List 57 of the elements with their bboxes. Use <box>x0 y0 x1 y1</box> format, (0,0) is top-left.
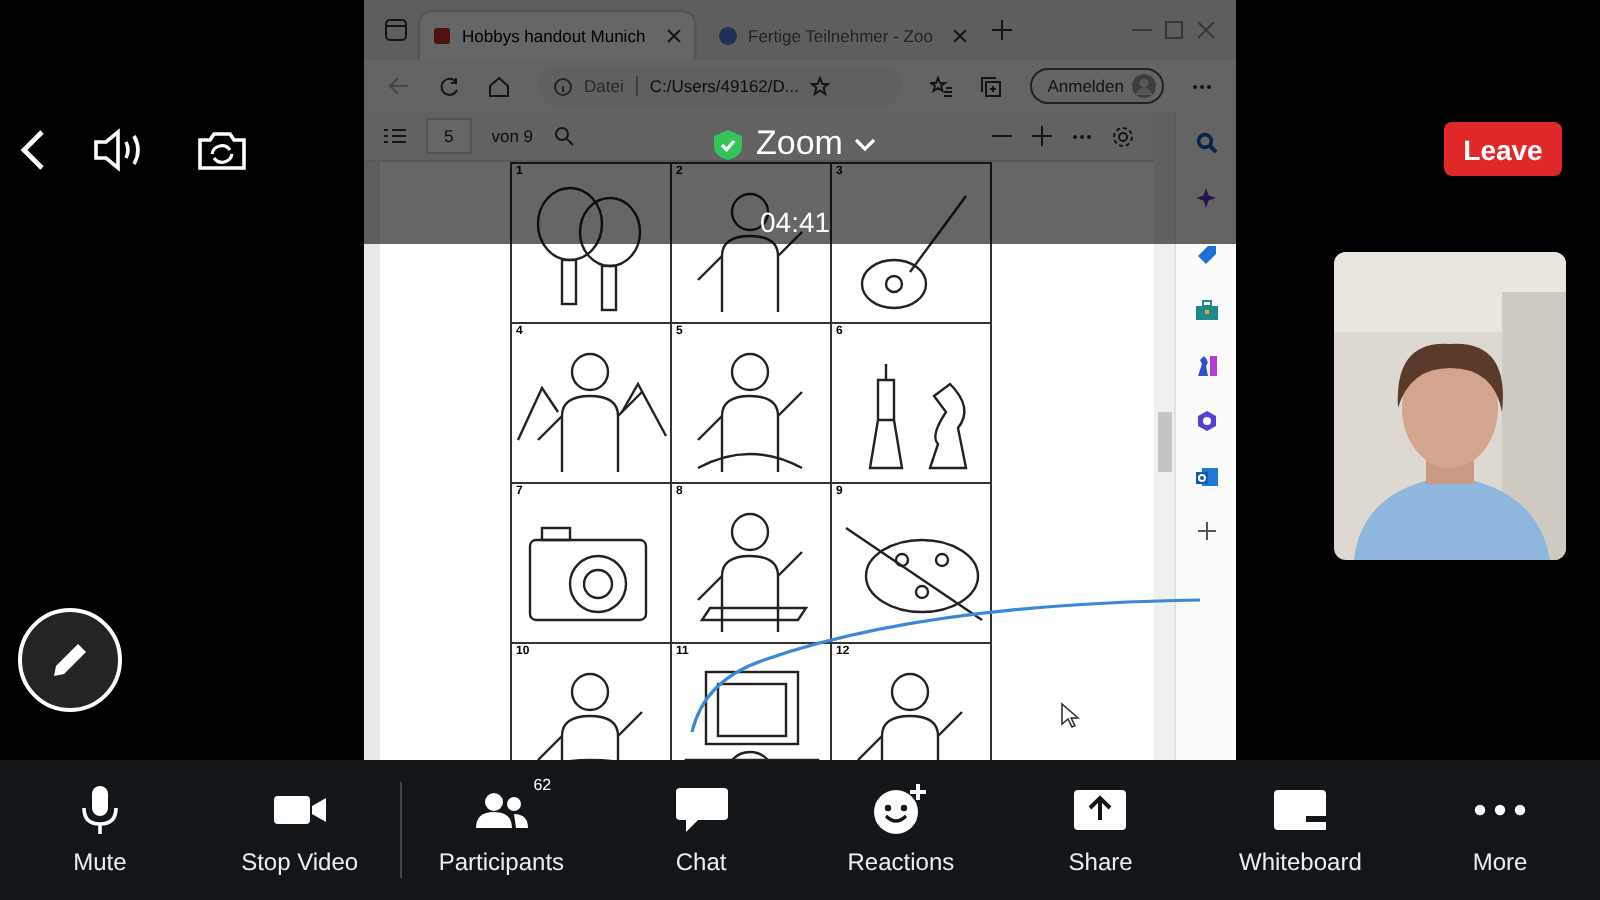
toolbar-button[interactable]: Reactions <box>801 772 1001 888</box>
whiteboard-icon <box>1272 788 1329 832</box>
close-icon[interactable] <box>952 28 968 44</box>
close-icon[interactable] <box>1196 20 1216 40</box>
chevron-down-icon <box>854 137 877 151</box>
tab-actions-icon[interactable] <box>384 18 408 42</box>
chat-icon <box>673 786 730 834</box>
add-favorite-icon[interactable] <box>810 75 833 97</box>
smiley-add-icon <box>872 784 929 836</box>
participants-icon <box>473 790 530 830</box>
chess-icon[interactable] <box>1195 354 1217 376</box>
toolbar-button[interactable]: Mute <box>0 772 200 888</box>
home-icon[interactable] <box>488 75 510 97</box>
address-url: C:/Users/49162/D... <box>649 76 799 96</box>
mail-icon[interactable] <box>1195 466 1217 488</box>
more-icon <box>1472 804 1529 816</box>
zoom-in-icon[interactable] <box>1032 126 1052 146</box>
toolbar-button[interactable]: Whiteboard <box>1200 772 1401 888</box>
search-icon[interactable] <box>1195 132 1217 154</box>
more-icon[interactable] <box>1072 133 1092 139</box>
add-icon[interactable] <box>1197 522 1215 540</box>
collections-icon[interactable] <box>979 75 1002 97</box>
video-camera-icon <box>271 790 328 830</box>
maximize-icon[interactable] <box>1164 20 1184 40</box>
zoom-icon <box>718 26 738 46</box>
hexagon-icon[interactable] <box>1195 410 1217 432</box>
toolbar-button[interactable]: 62 Participants <box>401 772 602 888</box>
toolbar-button[interactable]: Share <box>1000 772 1201 888</box>
toolbar-button[interactable]: Chat <box>601 772 801 888</box>
contents-icon[interactable] <box>384 128 406 144</box>
avatar-icon <box>1132 74 1156 98</box>
meeting-title[interactable]: Zoom <box>712 124 877 164</box>
new-tab-icon[interactable] <box>992 20 1012 40</box>
browser-tab[interactable]: Hobbys handout Munich <box>420 12 694 60</box>
sparkle-icon[interactable] <box>1195 188 1217 210</box>
favorites-icon[interactable] <box>929 75 952 97</box>
toolbox-icon[interactable] <box>1195 300 1217 320</box>
share-screen-icon <box>1072 788 1129 832</box>
toolbar-button[interactable]: More <box>1400 772 1600 888</box>
cursor-icon <box>1060 702 1080 728</box>
camera-switch-icon[interactable] <box>196 128 248 172</box>
microphone-icon <box>77 784 122 836</box>
more-icon[interactable] <box>1192 83 1212 89</box>
info-icon <box>554 77 572 95</box>
search-icon[interactable] <box>553 126 574 146</box>
pdf-icon <box>432 26 452 46</box>
close-icon[interactable] <box>666 28 682 44</box>
settings-icon[interactable] <box>1112 125 1134 147</box>
leave-button[interactable]: Leave <box>1444 122 1562 176</box>
page-count: von 9 <box>491 126 534 146</box>
annotate-button[interactable] <box>18 608 122 712</box>
toolbar-button[interactable]: Stop Video <box>199 772 400 888</box>
scrollbar-thumb[interactable] <box>1158 412 1172 472</box>
meeting-timer: 04:41 <box>760 206 831 238</box>
pencil-icon <box>48 638 92 682</box>
participant-count: 62 <box>533 776 552 794</box>
reload-icon[interactable] <box>438 75 460 97</box>
